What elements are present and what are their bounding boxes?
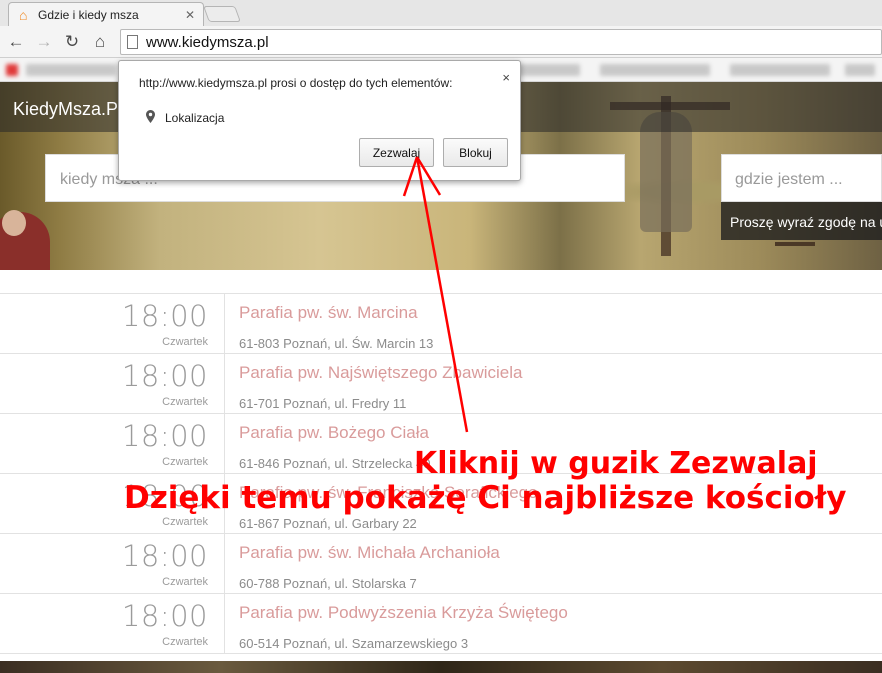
mass-time: 18:00 bbox=[121, 299, 208, 333]
browser-tab[interactable]: ⌂ Gdzie i kiedy msza ✕ bbox=[8, 2, 204, 26]
back-icon[interactable]: ← bbox=[2, 28, 30, 56]
block-button[interactable]: Blokuj bbox=[443, 138, 508, 167]
priest-head bbox=[2, 210, 26, 236]
mass-day: Czwartek bbox=[162, 396, 208, 408]
footer-image-strip bbox=[0, 661, 882, 673]
mass-row: 18:00 Czwartek Parafia pw. św. Michała Arc… bbox=[0, 534, 882, 594]
allow-button[interactable]: Zezwalaj bbox=[359, 138, 434, 167]
home-icon[interactable]: ⌂ bbox=[86, 28, 114, 56]
mass-time: 18:00 bbox=[121, 539, 208, 573]
forward-icon[interactable]: → bbox=[30, 28, 58, 56]
site-logo[interactable]: KiedyMsza.Pl bbox=[13, 99, 122, 120]
mass-time: 18:00 bbox=[121, 419, 208, 453]
close-tab-icon[interactable]: ✕ bbox=[185, 8, 195, 22]
bookmark-item[interactable] bbox=[26, 64, 116, 76]
mass-day: Czwartek bbox=[162, 456, 208, 468]
mass-row: 18:00 Czwartek Parafia pw. Najświętszego Z… bbox=[0, 354, 882, 414]
parish-address: 60-514 Poznań, ul. Szamarzewskiego 3 bbox=[239, 636, 469, 651]
parish-link[interactable]: Parafia pw. Podwyższenia Krzyża Świętego bbox=[239, 603, 568, 623]
parish-link[interactable]: Parafia pw. Bożego Ciała bbox=[239, 423, 429, 443]
tab-title: Gdzie i kiedy msza bbox=[38, 7, 139, 22]
location-pin-icon bbox=[146, 110, 155, 123]
close-icon[interactable]: × bbox=[502, 70, 510, 85]
annotation-line-1: Kliknij w guzik Zezwalaj bbox=[414, 446, 818, 481]
bookmark-item[interactable] bbox=[600, 64, 710, 76]
row-divider bbox=[224, 294, 225, 354]
parish-address: 61-846 Poznań, ul. Strzelecka 40 bbox=[239, 456, 431, 471]
bookmark-item[interactable] bbox=[730, 64, 830, 76]
parish-address: 61-803 Poznań, ul. Św. Marcin 13 bbox=[239, 336, 434, 351]
mass-day: Czwartek bbox=[162, 336, 208, 348]
parish-link[interactable]: Parafia pw. Najświętszego Zbawiciela bbox=[239, 363, 522, 383]
screen: ⌂ Gdzie i kiedy msza ✕ ← → ↻ ⌂ www.kiedy… bbox=[0, 0, 882, 673]
row-divider bbox=[224, 414, 225, 474]
tab-strip: ⌂ Gdzie i kiedy msza ✕ bbox=[0, 0, 882, 26]
mass-day: Czwartek bbox=[162, 576, 208, 588]
new-tab-button[interactable] bbox=[203, 6, 241, 22]
mass-time: 18:00 bbox=[121, 359, 208, 393]
mass-day: Czwartek bbox=[162, 516, 208, 528]
house-icon: ⌂ bbox=[19, 6, 28, 23]
address-bar[interactable]: www.kiedymsza.pl bbox=[120, 29, 882, 55]
permission-question: http://www.kiedymsza.pl prosi o dostęp d… bbox=[139, 76, 453, 90]
row-divider bbox=[224, 594, 225, 654]
location-consent-message: Proszę wyraź zgodę na u bbox=[721, 202, 882, 240]
parish-link[interactable]: Parafia pw. św. Michała Archanioła bbox=[239, 543, 500, 563]
url-text: www.kiedymsza.pl bbox=[146, 33, 269, 51]
location-permission-popup: http://www.kiedymsza.pl prosi o dostęp d… bbox=[118, 60, 521, 181]
page-icon bbox=[127, 35, 138, 49]
annotation-line-2: Dzięki temu pokażę Ci najbliższe kościoł… bbox=[124, 480, 847, 516]
bookmark-item[interactable] bbox=[845, 64, 875, 76]
row-divider bbox=[224, 534, 225, 594]
small-crucifix bbox=[775, 242, 815, 270]
mass-row: 18:00 Czwartek Parafia pw. Podwyższenia Kr… bbox=[0, 594, 882, 654]
list-header-strip bbox=[0, 270, 882, 294]
mass-day: Czwartek bbox=[162, 636, 208, 648]
bookmark-item[interactable] bbox=[6, 64, 18, 76]
parish-address: 61-701 Poznań, ul. Fredry 11 bbox=[239, 396, 407, 411]
reload-icon[interactable]: ↻ bbox=[58, 28, 86, 56]
where-search-input[interactable]: gdzie jestem ... bbox=[721, 154, 882, 202]
permission-location-label: Lokalizacja bbox=[165, 111, 225, 125]
row-divider bbox=[224, 354, 225, 414]
mass-row: 18:00 Czwartek Parafia pw. św. Marcina 61-8… bbox=[0, 294, 882, 354]
parish-address: 60-788 Poznań, ul. Stolarska 7 bbox=[239, 576, 417, 591]
browser-toolbar: ← → ↻ ⌂ www.kiedymsza.pl bbox=[0, 26, 882, 58]
mass-time: 18:00 bbox=[121, 599, 208, 633]
parish-link[interactable]: Parafia pw. św. Marcina bbox=[239, 303, 418, 323]
parish-address: 61-867 Poznań, ul. Garbary 22 bbox=[239, 516, 417, 531]
